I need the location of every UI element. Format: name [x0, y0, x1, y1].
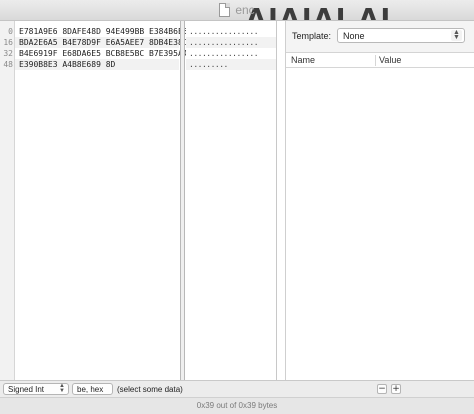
offset-label: 48: [3, 60, 13, 69]
hex-row[interactable]: BDA2E6A5 B4E78D9F E6A5AEE7 8DB4E38C: [19, 37, 188, 48]
title-bar: AIAIAI AI enc: [0, 0, 474, 21]
ascii-row[interactable]: .........: [189, 59, 228, 70]
data-type-select[interactable]: Signed Int ▲ ▼: [3, 383, 69, 395]
hex-row[interactable]: B4E6919F E68DA6E5 BCB8E5BC B7E395A4: [19, 48, 188, 59]
chevron-updown-icon: ▲ ▼: [451, 29, 462, 41]
window-title: enc: [235, 3, 255, 17]
endian-button[interactable]: be, hex: [72, 383, 113, 395]
column-separator: [375, 55, 376, 66]
ascii-row[interactable]: ................: [189, 37, 259, 48]
data-type-value: Signed Int: [8, 385, 45, 394]
offset-label: 16: [3, 38, 13, 47]
hex-row[interactable]: E781A9E6 8DAFE48D 94E499BB E384B6E5: [19, 26, 188, 37]
column-header-value[interactable]: Value: [379, 55, 401, 65]
ascii-view[interactable]: ................ ................ ......…: [186, 21, 276, 380]
offset-gutter: 0 16 32 48: [0, 21, 15, 380]
offset-label: 32: [3, 49, 13, 58]
endian-label: be, hex: [77, 385, 104, 394]
offset-label: 0: [8, 27, 13, 36]
template-panel: Template: None ▲ ▼ Name Value: [285, 21, 474, 380]
pane-divider: [276, 21, 277, 380]
template-select[interactable]: None ▲ ▼: [337, 28, 465, 43]
ascii-row[interactable]: ................: [189, 26, 259, 37]
template-columns: Name Value: [286, 53, 474, 68]
hex-row[interactable]: E390B8E3 A4B8E689 8D: [19, 59, 115, 70]
hex-view[interactable]: E781A9E6 8DAFE48D 94E499BB E384B6E5 BDA2…: [15, 21, 188, 380]
document-icon: [219, 3, 231, 17]
byte-count-status: 0x39 out of 0x39 bytes: [196, 401, 278, 410]
selection-status: (select some data): [117, 385, 183, 394]
template-label: Template:: [292, 31, 332, 41]
add-button[interactable]: +: [391, 384, 401, 394]
pane-splitter[interactable]: [180, 21, 185, 380]
ascii-row[interactable]: ................: [189, 48, 259, 59]
column-header-name[interactable]: Name: [291, 55, 315, 65]
template-select-value: None: [343, 31, 365, 41]
remove-button[interactable]: −: [377, 384, 387, 394]
chevron-updown-icon: ▲ ▼: [59, 383, 65, 394]
status-bar: 0x39 out of 0x39 bytes: [0, 397, 474, 414]
template-header: Template: None ▲ ▼: [286, 21, 474, 53]
bottom-toolbar: Signed Int ▲ ▼ be, hex (select some data)…: [0, 380, 474, 397]
